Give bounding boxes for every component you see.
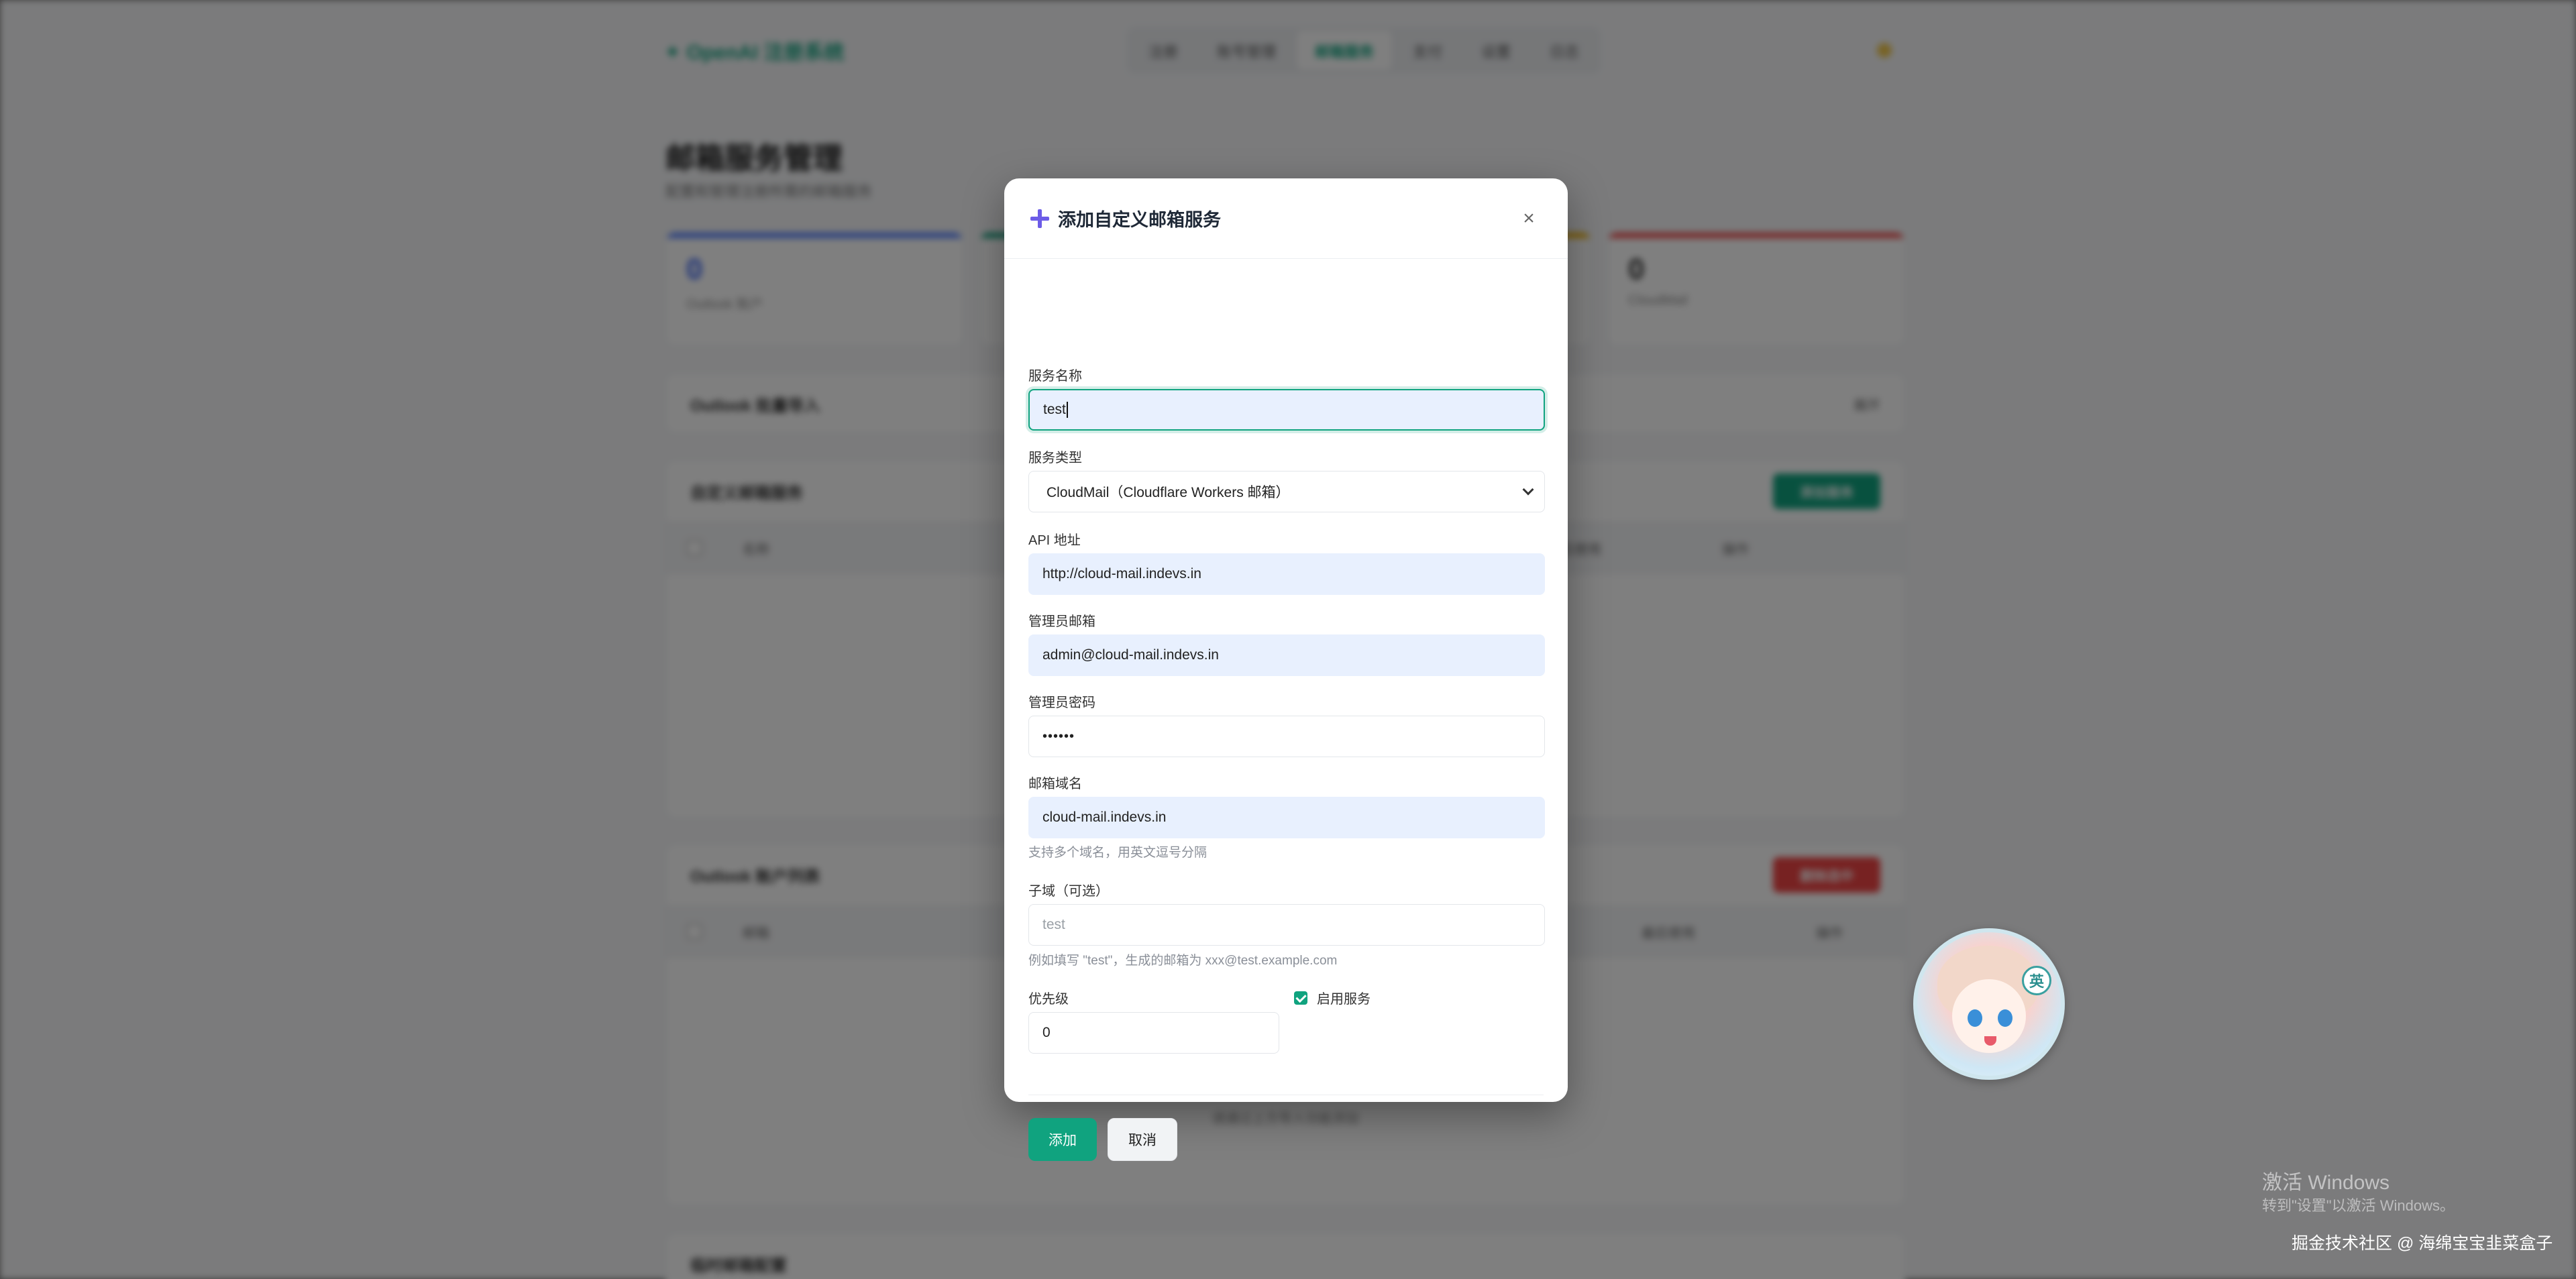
service-type-select[interactable]: CloudMail（Cloudflare Workers 邮箱） <box>1028 471 1545 512</box>
subdomain-label: 子域（可选） <box>1028 884 1109 899</box>
api-url-input[interactable]: http://cloud-mail.indevs.in <box>1028 553 1545 595</box>
activation-watermark-subtitle: 转到"设置"以激活 Windows。 <box>2262 1197 2455 1214</box>
api-url-label: API 地址 <box>1028 533 1081 548</box>
mail-domain-value: cloud-mail.indevs.in <box>1042 810 1167 825</box>
plus-icon <box>1030 209 1050 229</box>
priority-label: 优先级 <box>1028 992 1069 1007</box>
mail-domain-input[interactable]: cloud-mail.indevs.in <box>1028 797 1545 838</box>
modal-title: 添加自定义邮箱服务 <box>1058 210 1221 230</box>
avatar-eye <box>1998 1009 2012 1027</box>
credit-watermark: 掘金技术社区 @ 海绵宝宝韭菜盒子 <box>2292 1234 2553 1253</box>
service-type-value: CloudMail（Cloudflare Workers 邮箱） <box>1046 485 1290 500</box>
admin-email-input[interactable]: admin@cloud-mail.indevs.in <box>1028 634 1545 676</box>
add-button[interactable]: 添加 <box>1028 1118 1097 1161</box>
enable-checkbox[interactable] <box>1294 991 1307 1005</box>
priority-value: 0 <box>1042 1025 1051 1040</box>
avatar-eye <box>1968 1009 1982 1027</box>
activation-watermark-title: 激活 Windows <box>2262 1172 2390 1194</box>
mail-domain-label: 邮箱域名 <box>1028 777 1082 791</box>
admin-email-value: admin@cloud-mail.indevs.in <box>1042 647 1219 663</box>
add-service-modal: 添加自定义邮箱服务 × 服务名称 test 服务类型 CloudMail（Clo… <box>1004 178 1568 1161</box>
admin-email-label: 管理员邮箱 <box>1028 614 1095 629</box>
cancel-button[interactable]: 取消 <box>1108 1118 1177 1161</box>
enable-service-label: 启用服务 <box>1317 992 1371 1007</box>
enable-service-toggle[interactable]: 启用服务 <box>1294 988 1371 1007</box>
modal-header: 添加自定义邮箱服务 × <box>1004 178 1568 259</box>
subdomain-input[interactable]: test <box>1028 904 1545 946</box>
service-type-label: 服务类型 <box>1028 451 1082 465</box>
subdomain-hint: 例如填写 "test"，生成的邮箱为 xxx@test.example.com <box>1028 954 1338 968</box>
priority-input[interactable]: 0 <box>1028 1012 1279 1054</box>
text-caret <box>1066 402 1068 418</box>
api-url-value: http://cloud-mail.indevs.in <box>1042 566 1201 581</box>
mail-domain-hint: 支持多个域名，用英文逗号分隔 <box>1028 846 1208 860</box>
service-name-input[interactable]: test <box>1028 389 1545 431</box>
service-name-value: test <box>1043 402 1066 417</box>
admin-password-input[interactable]: •••••• <box>1028 716 1545 757</box>
assistant-avatar[interactable]: 英 <box>1913 928 2065 1080</box>
service-name-label: 服务名称 <box>1028 369 1082 384</box>
chevron-down-icon <box>1522 484 1534 496</box>
close-button[interactable]: × <box>1515 205 1542 232</box>
language-badge[interactable]: 英 <box>2022 966 2051 995</box>
admin-password-value: •••••• <box>1042 728 1075 744</box>
admin-password-label: 管理员密码 <box>1028 696 1095 710</box>
subdomain-placeholder: test <box>1042 917 1065 932</box>
